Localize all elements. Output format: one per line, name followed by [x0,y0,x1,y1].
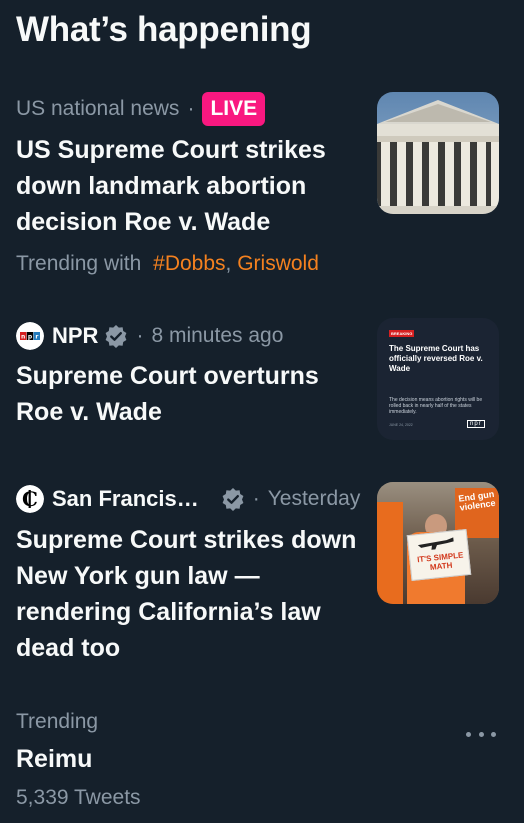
npr-brand-mark: npr [467,420,485,428]
separator-dot: · [252,487,260,510]
news-headline: Supreme Court overturns Roe v. Wade [16,362,319,426]
trend-label: Trending [16,710,99,733]
source-name: NPR [52,323,99,348]
topic-link[interactable]: Griswold [237,252,319,275]
verified-badge-icon [222,488,244,511]
section-title: What’s happening [16,10,312,49]
sf-chronicle-logo-icon: C [16,485,44,513]
news-headline: US Supreme Court strikes down landmark a… [16,136,326,236]
news-meta: C San Francis… · Yesterday [16,485,360,513]
verified-badge-icon [106,325,127,348]
hashtag-link[interactable]: #Dobbs [153,252,225,275]
npr-card-thumbnail: BREAKING The Supreme Court has officiall… [377,318,499,440]
protest-photo-thumbnail: End gun violence IT'S SIMPLE MATH [377,482,499,604]
card-date: JUNE 24, 2022 [389,423,413,427]
news-meta: US national news · LIVE [16,92,266,126]
npr-logo-icon: n p r [16,322,44,350]
news-item-roe[interactable]: US national news · LIVE US Supreme Court… [0,90,524,280]
separator-dot: · [187,97,195,120]
trend-item-reimu[interactable]: Trending Reimu 5,339 Tweets [0,706,524,816]
more-options-icon[interactable] [466,724,496,744]
source-name: San Francis… [52,486,199,511]
timestamp: Yesterday [267,487,361,510]
hand-sign: IT'S SIMPLE MATH [406,528,472,582]
card-body: The decision means abortion rights will … [389,397,483,415]
separator-dot: · [136,324,144,347]
svg-text:r: r [35,334,38,341]
svg-text:n: n [21,334,25,341]
news-category: US national news [16,97,180,120]
trending-with: Trending with #Dobbs, Griswold [16,252,319,276]
svg-text:p: p [28,334,33,341]
sign-text: IT'S SIMPLE MATH [416,550,464,572]
rifle-drawing-icon [417,537,454,550]
tweet-count: 5,339 Tweets [16,786,141,809]
supreme-court-building-image [377,92,499,214]
card-title: The Supreme Court has officially reverse… [389,344,483,373]
trending-prefix: Trending with [16,252,142,275]
news-headline: Supreme Court strikes down New York gun … [16,526,357,662]
news-item-sfchron[interactable]: C San Francis… · Yesterday Supreme Court… [0,482,524,672]
live-badge: LIVE [202,92,266,126]
news-meta: n p r NPR · 8 minutes ago [16,322,283,350]
supreme-court-thumbnail [377,92,499,214]
timestamp: 8 minutes ago [151,324,284,347]
news-item-npr[interactable]: n p r NPR · 8 minutes ago Supreme Court … [0,318,524,448]
tag-separator: , [225,252,232,275]
breaking-badge: BREAKING [389,330,415,337]
trend-title: Reimu [16,745,93,773]
